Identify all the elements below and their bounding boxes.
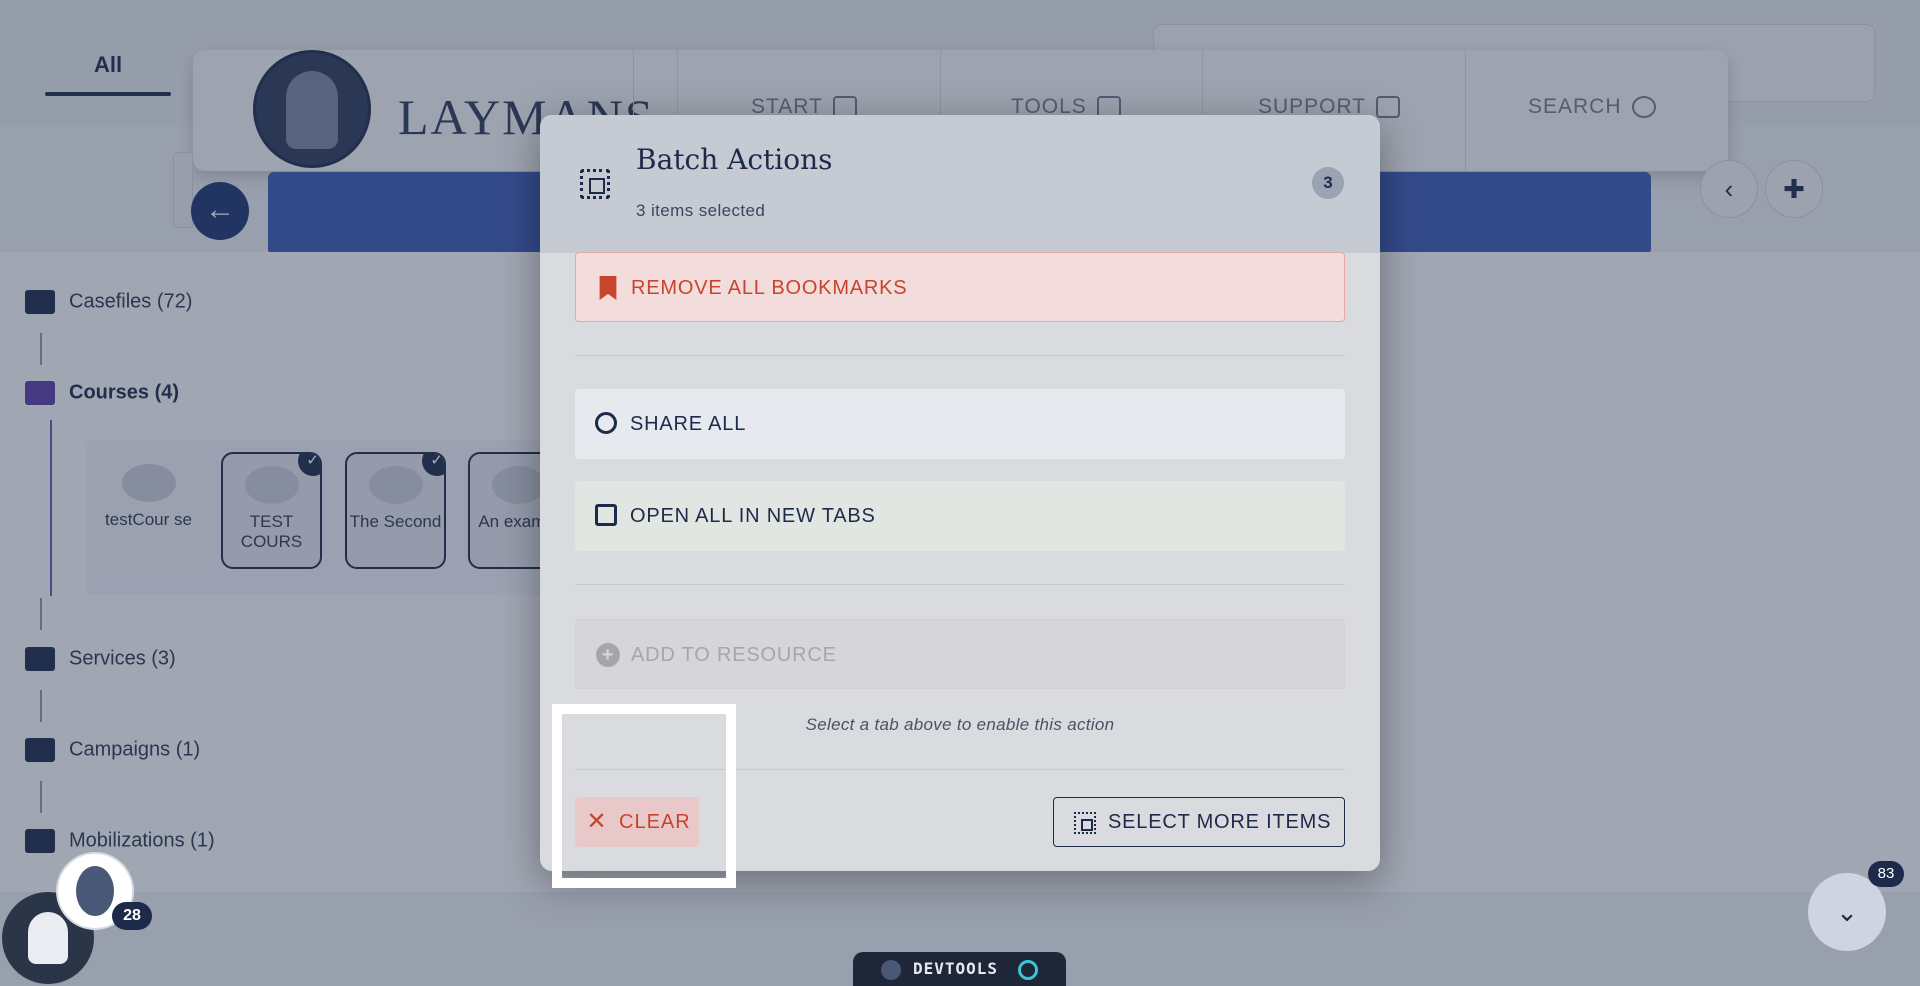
share-all-button[interactable]: SHARE ALL bbox=[575, 389, 1345, 459]
action-label: OPEN ALL IN NEW TABS bbox=[630, 505, 876, 527]
add-to-resource-button: + ADD TO RESOURCE bbox=[575, 619, 1345, 689]
modal-subtitle: 3 items selected bbox=[636, 201, 766, 220]
remove-all-bookmarks-button[interactable]: REMOVE ALL BOOKMARKS bbox=[575, 252, 1345, 322]
select-all-icon bbox=[580, 169, 610, 199]
scroll-count-badge: 83 bbox=[1868, 861, 1904, 887]
action-label: SHARE ALL bbox=[630, 413, 747, 435]
shield-icon bbox=[880, 959, 901, 980]
selected-count-badge: 3 bbox=[1312, 167, 1344, 199]
select-more-label: SELECT MORE ITEMS bbox=[1108, 811, 1332, 833]
modal-title: Batch Actions bbox=[636, 143, 833, 176]
divider bbox=[575, 355, 1345, 356]
action-label: ADD TO RESOURCE bbox=[631, 644, 837, 666]
devtools-label: DEVTOOLS bbox=[912, 959, 999, 978]
focus-highlight bbox=[552, 704, 736, 888]
modal-header bbox=[540, 115, 1380, 253]
plus-circle-icon: + bbox=[596, 643, 620, 667]
open-in-new-icon bbox=[595, 504, 617, 526]
chevron-down-icon: ⌄ bbox=[1836, 897, 1858, 927]
select-more-items-button[interactable]: SELECT MORE ITEMS bbox=[1053, 797, 1345, 847]
action-label: REMOVE ALL BOOKMARKS bbox=[631, 277, 908, 299]
select-all-icon bbox=[1074, 812, 1096, 834]
bookmark-remove-icon bbox=[599, 276, 617, 300]
crosshair-icon[interactable] bbox=[1018, 959, 1039, 980]
devtools-bar[interactable]: DEVTOOLS bbox=[853, 952, 1066, 986]
divider bbox=[575, 584, 1345, 585]
share-icon bbox=[595, 412, 617, 434]
open-all-new-tabs-button[interactable]: OPEN ALL IN NEW TABS bbox=[575, 481, 1345, 551]
avatar-count-badge: 28 bbox=[112, 902, 152, 930]
